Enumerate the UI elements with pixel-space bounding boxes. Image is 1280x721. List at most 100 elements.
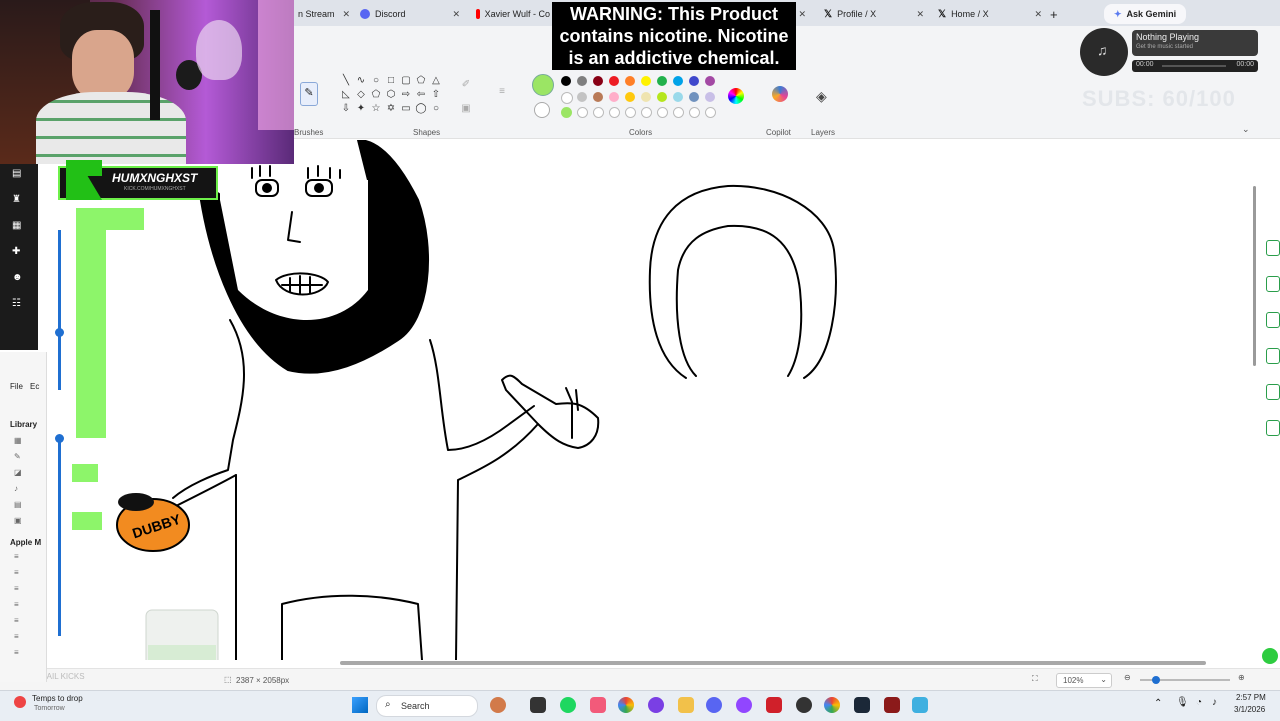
- curve-shape-icon[interactable]: ∿: [355, 75, 367, 87]
- sidebar-icon[interactable]: [1266, 420, 1280, 436]
- sidebar-icon[interactable]: [1266, 276, 1280, 292]
- vertical-scroll-thumb[interactable]: [1253, 186, 1256, 366]
- oval-shape-icon[interactable]: ○: [370, 75, 382, 87]
- color-swatch[interactable]: [657, 76, 667, 86]
- menu-edit[interactable]: Ec: [30, 382, 39, 391]
- callout-rect-shape-icon[interactable]: ▭: [400, 103, 412, 115]
- brush-tool-button[interactable]: ✎: [300, 82, 318, 106]
- overlay-slider-thumb[interactable]: [55, 434, 64, 443]
- color-swatch[interactable]: [689, 76, 699, 86]
- color-swatch[interactable]: [641, 76, 651, 86]
- search-box[interactable]: ⌕ Search: [376, 695, 478, 717]
- color-swatch[interactable]: [625, 92, 635, 102]
- recent-icon[interactable]: ▦: [14, 436, 22, 445]
- tab-youtube[interactable]: Xavier Wulf - Co: [476, 4, 550, 24]
- close-icon[interactable]: ✕: [916, 9, 924, 20]
- tab-stream[interactable]: n Stream ✕: [298, 4, 350, 24]
- color-swatch[interactable]: [561, 76, 571, 86]
- right-triangle-shape-icon[interactable]: ◺: [340, 89, 352, 101]
- color-swatch[interactable]: [561, 92, 573, 104]
- custom-color-slot[interactable]: [609, 107, 620, 118]
- tab-profile-x[interactable]: 𝕏 Profile / X ✕: [824, 4, 924, 24]
- custom-color-slot[interactable]: [561, 107, 572, 118]
- drawing-canvas[interactable]: DUBBY: [38, 139, 1252, 681]
- polygon-shape-icon[interactable]: ⬠: [415, 75, 427, 87]
- clock-time[interactable]: 2:57 PM: [1236, 693, 1266, 702]
- horizontal-scroll-thumb[interactable]: [340, 661, 1206, 665]
- star5-shape-icon[interactable]: ☆: [370, 103, 382, 115]
- arrow-up-shape-icon[interactable]: ⇧: [430, 89, 442, 101]
- file-explorer-icon[interactable]: [678, 697, 694, 713]
- app-icon[interactable]: [766, 697, 782, 713]
- custom-color-slot[interactable]: [673, 107, 684, 118]
- sidebar-icon[interactable]: [1266, 348, 1280, 364]
- triangle-shape-icon[interactable]: △: [430, 75, 442, 87]
- spotify-icon[interactable]: [560, 697, 576, 713]
- menu-file[interactable]: File: [10, 382, 23, 391]
- steam-icon[interactable]: [854, 697, 870, 713]
- color-swatch[interactable]: [625, 76, 635, 86]
- line-shape-icon[interactable]: ╲: [340, 75, 352, 87]
- color-swatch[interactable]: [689, 92, 699, 102]
- album-icon[interactable]: ◪: [14, 468, 22, 477]
- outline-icon[interactable]: ✐: [460, 79, 472, 91]
- fit-view-icon[interactable]: ⛶: [1032, 674, 1038, 684]
- secondary-color-swatch[interactable]: [534, 102, 550, 118]
- color-swatch[interactable]: [657, 92, 667, 102]
- apple-music-icon[interactable]: [590, 697, 606, 713]
- callout-cloud-shape-icon[interactable]: ○: [430, 103, 442, 115]
- genre-icon[interactable]: ▤: [14, 500, 22, 509]
- custom-color-slot[interactable]: [705, 107, 716, 118]
- playlist-icon[interactable]: ≡: [14, 600, 19, 609]
- custom-color-slot[interactable]: [657, 107, 668, 118]
- fill-icon[interactable]: ▣: [460, 103, 472, 115]
- zoom-select[interactable]: 102% ⌄: [1056, 673, 1112, 688]
- paint-icon[interactable]: [912, 697, 928, 713]
- video-icon[interactable]: ▣: [14, 516, 22, 525]
- volume-icon[interactable]: ♪: [1212, 697, 1217, 708]
- tab-discord[interactable]: Discord ✕: [360, 4, 460, 24]
- playlist-icon[interactable]: ≡: [14, 632, 19, 641]
- overlay-slider-track[interactable]: [58, 230, 61, 390]
- playlist-icon[interactable]: ≡: [14, 552, 19, 561]
- arrow-right-shape-icon[interactable]: ⇨: [400, 89, 412, 101]
- wifi-icon[interactable]: ◔: [1196, 697, 1202, 708]
- diamond-shape-icon[interactable]: ◇: [355, 89, 367, 101]
- artist-icon[interactable]: ✎: [14, 452, 21, 461]
- song-icon[interactable]: ♪: [14, 484, 18, 493]
- app-icon[interactable]: [884, 697, 900, 713]
- color-swatch[interactable]: [673, 92, 683, 102]
- arrow-left-shape-icon[interactable]: ⇦: [415, 89, 427, 101]
- star6-shape-icon[interactable]: ✡: [385, 103, 397, 115]
- color-swatch[interactable]: [609, 76, 619, 86]
- color-swatch[interactable]: [673, 76, 683, 86]
- mic-icon[interactable]: 🎙: [1176, 697, 1189, 708]
- chevron-down-icon[interactable]: ⌄: [1242, 124, 1250, 135]
- chrome-icon[interactable]: [618, 697, 634, 713]
- primary-color-swatch[interactable]: [532, 74, 554, 96]
- color-swatch[interactable]: [593, 92, 603, 102]
- color-swatch[interactable]: [705, 92, 715, 102]
- pentagon-shape-icon[interactable]: ⬠: [370, 89, 382, 101]
- zoom-out-icon[interactable]: ⊖: [1124, 673, 1131, 682]
- color-swatch[interactable]: [705, 76, 715, 86]
- layers-icon[interactable]: ◈: [816, 88, 827, 105]
- playlist-icon[interactable]: ≡: [14, 616, 19, 625]
- windows-start-icon[interactable]: [352, 697, 368, 713]
- new-tab-button[interactable]: +: [1050, 4, 1058, 24]
- weather-title[interactable]: Temps to drop: [32, 694, 83, 703]
- twitch-icon[interactable]: [736, 697, 752, 713]
- color-swatch[interactable]: [577, 76, 587, 86]
- color-swatch[interactable]: [641, 92, 651, 102]
- custom-color-slot[interactable]: [689, 107, 700, 118]
- weather-icon[interactable]: [14, 696, 26, 708]
- arrow-down-shape-icon[interactable]: ⇩: [340, 103, 352, 115]
- color-swatch[interactable]: [577, 92, 587, 102]
- ask-gemini-button[interactable]: ✦ Ask Gemini: [1104, 4, 1187, 24]
- playlist-icon[interactable]: ≡: [14, 584, 19, 593]
- zoom-in-icon[interactable]: ⊕: [1238, 673, 1245, 682]
- custom-color-slot[interactable]: [641, 107, 652, 118]
- sidebar-icon[interactable]: [1266, 312, 1280, 328]
- task-view-icon[interactable]: [530, 697, 546, 713]
- close-icon[interactable]: ✕: [452, 9, 460, 20]
